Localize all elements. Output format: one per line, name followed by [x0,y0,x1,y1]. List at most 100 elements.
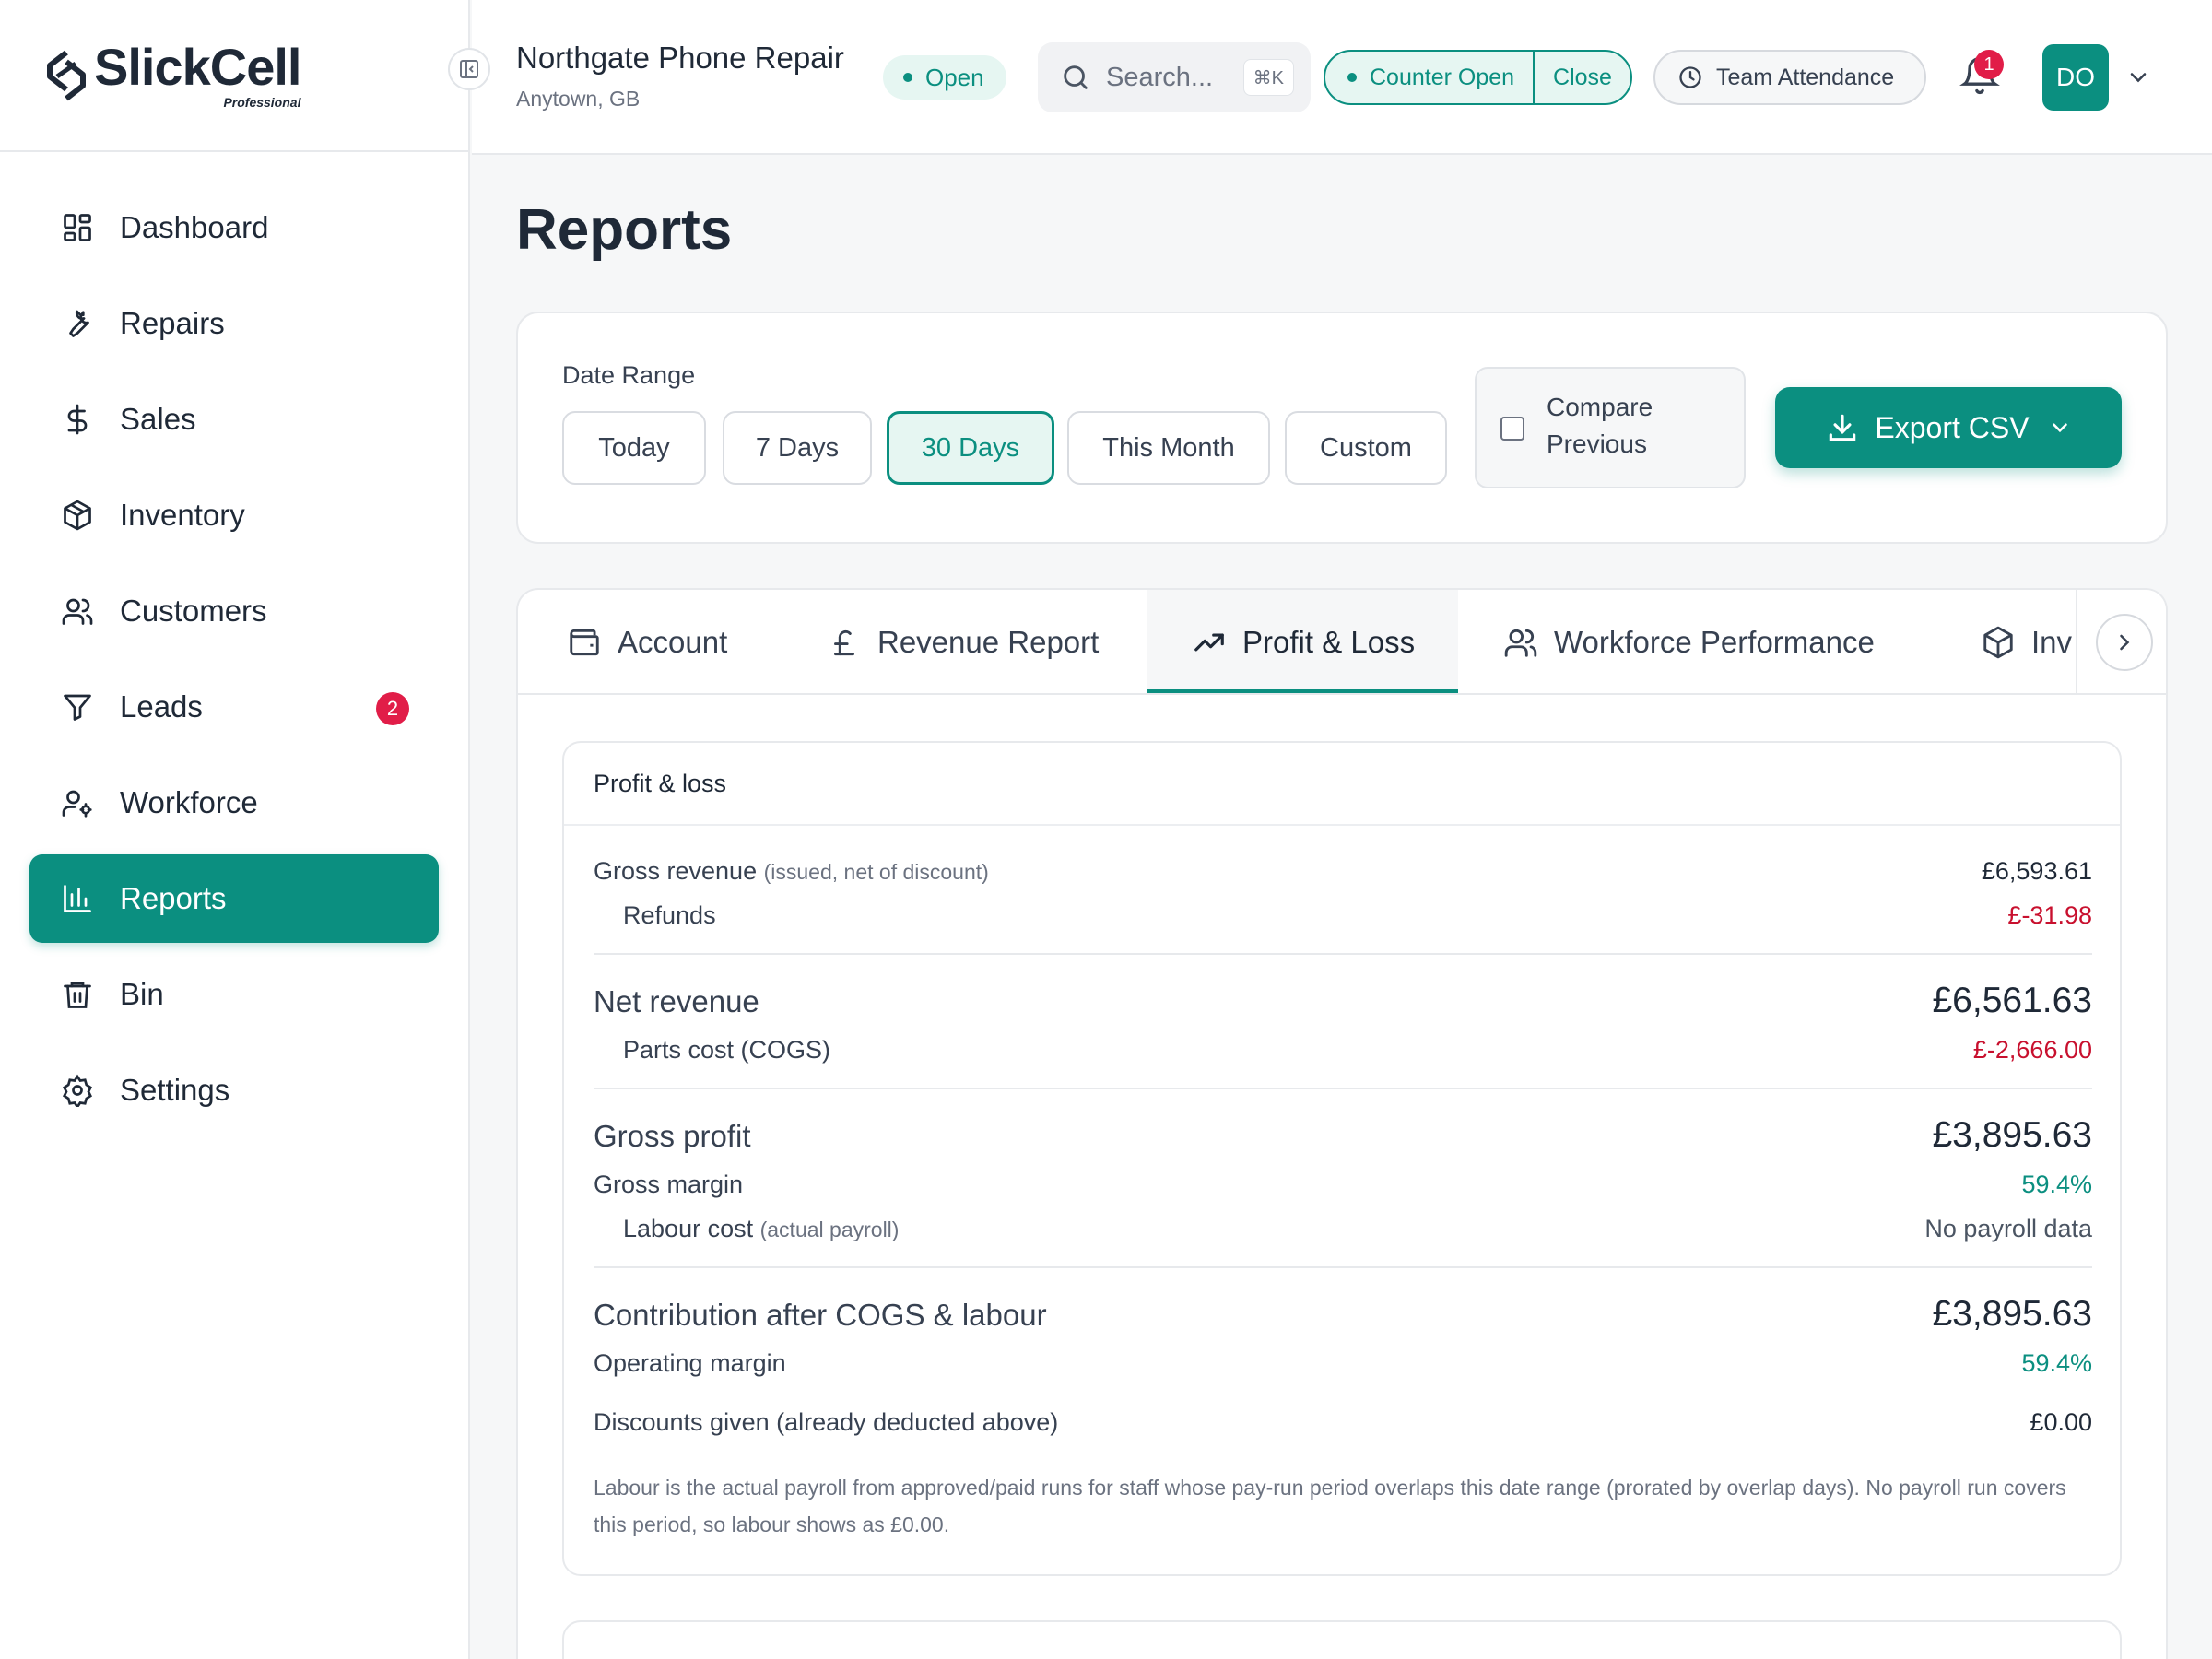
tab-account[interactable]: Account [566,590,727,695]
discounts-label: Discounts given (already deducted above) [594,1408,1059,1436]
search-input[interactable]: Search... ⌘K [1038,42,1311,112]
pound-icon [826,624,863,661]
team-attendance-label: Team Attendance [1716,64,1895,90]
net-revenue-row: Net revenue £6,561.63 [594,981,2092,1021]
operating-margin-row: Operating margin 59.4% [594,1349,2092,1378]
range-7-days-button[interactable]: 7 Days [723,411,872,485]
box-icon [1980,624,2017,661]
tab-label: Inv [2031,625,2073,659]
labour-cost-row: Labour cost (actual payroll) No payroll … [594,1215,2092,1243]
shop-name: Northgate Phone Repair [516,41,844,75]
wrench-icon [59,305,96,342]
brand-tier: Professional [223,94,301,110]
chevron-down-icon [2052,423,2067,433]
sidebar-item-label: Customers [120,594,267,628]
trending-up-icon [1191,624,1228,661]
tab-label: Account [618,625,728,659]
sidebar-item-dashboard[interactable]: Dashboard [29,183,439,272]
tab-label: Profit & Loss [1242,625,1416,659]
counter-close-button[interactable]: Close [1535,65,1630,91]
compare-previous-toggle[interactable]: Compare Previous [1475,367,1746,488]
team-attendance-button[interactable]: Team Attendance [1653,50,1926,105]
gross-margin-row: Gross margin 59.4% [594,1171,2092,1199]
parts-cost-label: Parts cost (COGS) [623,1036,831,1064]
tab-workforce-performance[interactable]: Workforce Performance [1502,590,1875,695]
sidebar-item-workforce[interactable]: Workforce [29,759,439,847]
sidebar-collapse-icon [460,60,478,78]
counter-status-label: Counter Open [1370,64,1515,90]
user-avatar[interactable]: DO [2042,44,2109,111]
trash-icon [59,976,96,1013]
tab-inventory[interactable]: Inv [1980,590,2072,695]
leads-count-badge: 2 [376,692,409,725]
sidebar-item-label: Dashboard [120,210,269,244]
section-divider [594,1088,2092,1089]
gross-revenue-note: (issued, net of discount) [763,860,989,884]
tab-profit-and-loss[interactable]: Profit & Loss [1191,590,1415,695]
range-custom-button[interactable]: Custom [1285,411,1447,485]
shop-info: Northgate Phone Repair Anytown, GB [516,41,844,112]
sidebar-item-label: Inventory [120,498,245,532]
sidebar-item-inventory[interactable]: Inventory [29,471,439,559]
counter-open-status: Counter Open [1325,52,1535,103]
logo[interactable]: SlickCell Professional [42,41,301,110]
sidebar-item-label: Reports [120,881,227,915]
notifications-count-badge: 1 [1974,50,2004,79]
gross-revenue-row: Gross revenue (issued, net of discount) … [594,857,2092,886]
sidebar-item-label: Workforce [120,785,258,819]
labour-cost-label: Labour cost [623,1215,754,1242]
export-csv-button[interactable]: Export CSV [1775,387,2122,468]
sidebar-item-label: Sales [120,402,196,436]
gross-profit-value: £3,895.63 [1932,1115,2092,1155]
sidebar-item-leads[interactable]: Leads 2 [29,663,439,751]
gross-revenue-value: £6,593.61 [1981,857,2092,885]
users-icon [1502,624,1539,661]
profit-loss-card: Profit & loss Gross revenue (issued, net… [562,741,2122,1576]
compare-previous-checkbox[interactable] [1500,417,1524,441]
sidebar-item-sales[interactable]: Sales [29,375,439,464]
sidebar-item-repairs[interactable]: Repairs [29,279,439,368]
sidebar-item-reports[interactable]: Reports [29,854,439,943]
active-tab-indicator [1147,689,1458,693]
sidebar-item-bin[interactable]: Bin [29,950,439,1039]
box-icon [59,497,96,534]
user-gear-icon [59,784,96,821]
top-header: Northgate Phone Repair Anytown, GB Open … [472,0,2212,155]
range-30-days-button[interactable]: 30 Days [887,411,1054,485]
tabs-scroll-right-button[interactable] [2096,614,2153,671]
sidebar-item-label: Repairs [120,306,225,340]
gross-profit-label: Gross profit [594,1119,751,1153]
labour-cost-note: (actual payroll) [759,1218,900,1241]
sidebar-nav: Dashboard Repairs Sales Inventory Custom… [0,152,468,1135]
contribution-value: £3,895.63 [1932,1294,2092,1334]
compare-previous-label: Compare Previous [1547,393,1653,458]
refunds-label: Refunds [623,901,716,929]
operating-margin-value: 59.4% [2021,1349,2092,1377]
tab-label: Revenue Report [877,625,1100,659]
labour-footnote: Labour is the actual payroll from approv… [594,1476,2066,1536]
funnel-icon [59,688,96,725]
sidebar-item-customers[interactable]: Customers [29,567,439,655]
range-today-button[interactable]: Today [562,411,706,485]
export-csv-label: Export CSV [1875,410,2030,444]
range-this-month-button[interactable]: This Month [1067,411,1270,485]
chevron-right-icon [2120,634,2130,651]
next-report-card [562,1620,2122,1659]
tab-revenue-report[interactable]: Revenue Report [826,590,1099,695]
sidebar-item-settings[interactable]: Settings [29,1046,439,1135]
operating-margin-label: Operating margin [594,1349,786,1377]
contribution-label: Contribution after COGS & labour [594,1298,1047,1332]
gross-revenue-label: Gross revenue [594,857,758,885]
brand: SlickCell Professional [0,0,468,152]
counter-status-toggle: Counter Open Close [1324,50,1632,105]
sidebar-collapse-button[interactable] [448,48,490,90]
bar-chart-icon [59,880,96,917]
shop-location: Anytown, GB [516,87,641,111]
parts-cost-row: Parts cost (COGS) £-2,666.00 [594,1036,2092,1065]
profit-loss-title: Profit & loss [564,743,2120,826]
gross-margin-label: Gross margin [594,1171,744,1198]
page-title: Reports [516,198,733,262]
user-menu-chevron[interactable] [2125,65,2151,90]
gross-profit-row: Gross profit £3,895.63 [594,1115,2092,1156]
status-dot-icon [1347,73,1357,82]
